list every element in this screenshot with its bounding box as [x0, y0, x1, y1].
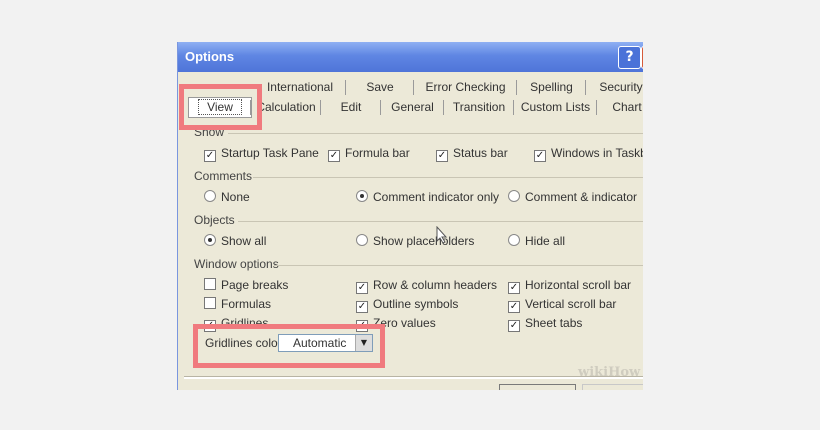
help-button[interactable]: ?	[618, 46, 641, 69]
title-bar[interactable]: Options ?	[178, 42, 643, 72]
checkbox-label: Formulas	[221, 297, 272, 311]
comment-indicator-only-radio[interactable]: Comment indicator only	[356, 190, 499, 204]
close-button[interactable]	[641, 46, 643, 69]
checkbox-icon	[204, 297, 216, 309]
checkbox-icon: ✓	[534, 150, 546, 162]
formulas-checkbox[interactable]: Formulas	[204, 297, 271, 311]
tab-spelling[interactable]: Spelling	[517, 78, 586, 97]
divider	[238, 221, 643, 222]
checkbox-icon: ✓	[204, 150, 216, 162]
sheet-tabs-checkbox[interactable]: ✓ Sheet tabs	[508, 316, 582, 332]
radio-label: Comment & indicator	[525, 190, 638, 204]
tab-save[interactable]: Save	[346, 78, 414, 97]
vertical-scroll-bar-checkbox[interactable]: ✓ Vertical scroll bar	[508, 297, 616, 313]
radio-icon	[356, 190, 368, 202]
checkbox-label: Horizontal scroll bar	[525, 278, 632, 292]
checkbox-icon: ✓	[508, 301, 520, 313]
checkbox-label: Sheet tabs	[525, 316, 583, 330]
tab-custom-lists[interactable]: Custom Lists	[514, 98, 597, 117]
mouse-cursor-icon	[436, 226, 448, 244]
checkbox-icon: ✓	[356, 301, 368, 313]
radio-label: None	[221, 190, 250, 204]
radio-icon	[508, 234, 520, 246]
checkbox-icon: ✓	[436, 150, 448, 162]
outline-symbols-checkbox[interactable]: ✓ Outline symbols	[356, 297, 458, 313]
objects-hide-all-radio[interactable]: Hide all	[508, 234, 565, 248]
objects-show-all-radio[interactable]: Show all	[204, 234, 266, 248]
checkbox-label: Windows in Taskbar	[551, 146, 643, 160]
status-bar-checkbox[interactable]: ✓ Status bar	[436, 146, 508, 162]
comment-and-indicator-radio[interactable]: Comment & indicator	[508, 190, 637, 204]
checkbox-icon: ✓	[356, 282, 368, 294]
checkbox-label: Vertical scroll bar	[525, 297, 617, 311]
tab-chart[interactable]: Chart	[597, 98, 643, 117]
checkbox-icon: ✓	[328, 150, 340, 162]
divider	[253, 177, 643, 178]
cancel-button[interactable]	[582, 384, 643, 390]
radio-icon	[204, 190, 216, 202]
checkbox-label: Startup Task Pane	[221, 146, 319, 160]
checkbox-label: Row & column headers	[373, 278, 498, 292]
section-comments-heading: Comments	[194, 169, 253, 183]
checkbox-icon: ✓	[508, 282, 520, 294]
checkbox-icon: ✓	[508, 320, 520, 332]
divider	[228, 133, 643, 134]
tab-security[interactable]: Security	[586, 78, 643, 97]
tab-general[interactable]: General	[381, 98, 444, 117]
checkbox-label: Formula bar	[345, 146, 410, 160]
dialog-title: Options	[185, 49, 235, 64]
checkbox-icon	[204, 278, 216, 290]
windows-in-taskbar-checkbox[interactable]: ✓ Windows in Taskbar	[534, 146, 643, 162]
radio-label: Show all	[221, 234, 267, 248]
startup-task-pane-checkbox[interactable]: ✓ Startup Task Pane	[204, 146, 319, 162]
page-breaks-checkbox[interactable]: Page breaks	[204, 278, 288, 292]
checkbox-label: Page breaks	[221, 278, 289, 292]
row-column-headers-checkbox[interactable]: ✓ Row & column headers	[356, 278, 497, 294]
tab-international[interactable]: International	[254, 78, 346, 97]
radio-icon	[204, 234, 216, 246]
view-tab-highlight	[179, 84, 262, 130]
radio-icon	[356, 234, 368, 246]
tab-transition[interactable]: Transition	[444, 98, 514, 117]
tab-edit[interactable]: Edit	[321, 98, 381, 117]
radio-label: Hide all	[525, 234, 566, 248]
radio-label: Comment indicator only	[373, 190, 500, 204]
radio-icon	[508, 190, 520, 202]
objects-show-placeholders-radio[interactable]: Show placeholders	[356, 234, 474, 248]
tab-error-checking[interactable]: Error Checking	[414, 78, 517, 97]
divider	[274, 265, 643, 266]
checkbox-label: Outline symbols	[373, 297, 459, 311]
checkbox-label: Status bar	[453, 146, 508, 160]
section-objects-heading: Objects	[194, 213, 235, 227]
comments-none-radio[interactable]: None	[204, 190, 250, 204]
horizontal-scroll-bar-checkbox[interactable]: ✓ Horizontal scroll bar	[508, 278, 631, 294]
ok-button[interactable]	[499, 384, 576, 390]
radio-label: Show placeholders	[373, 234, 475, 248]
formula-bar-checkbox[interactable]: ✓ Formula bar	[328, 146, 410, 162]
gridlines-color-highlight	[193, 324, 385, 368]
dialog-divider	[184, 376, 643, 379]
section-window-options-heading: Window options	[194, 257, 279, 271]
